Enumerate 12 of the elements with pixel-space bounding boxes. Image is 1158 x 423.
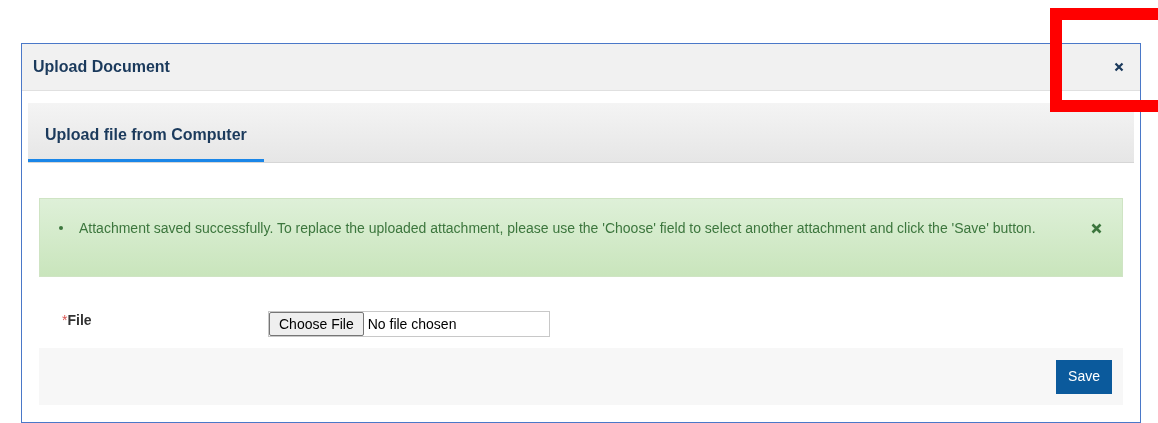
required-mark: * — [62, 310, 68, 330]
choose-file-button[interactable]: Choose File — [269, 312, 364, 336]
dialog-title: Upload Document — [33, 57, 170, 77]
file-name: No file chosen — [367, 314, 457, 334]
close-icon[interactable] — [1091, 223, 1102, 234]
field-label: File — [67, 310, 92, 330]
save-button[interactable]: Save — [1056, 359, 1112, 394]
bullet-icon — [59, 226, 63, 230]
close-icon[interactable] — [1114, 62, 1124, 72]
tab[interactable]: Upload file from Computer — [28, 107, 264, 162]
alert-message: Attachment saved successfully. To replace the uploaded attachment, please use the 'Choose' field to select another attachment and click the 'Save' button. — [79, 219, 1037, 238]
file-input[interactable]: Choose File No file chosen — [268, 311, 550, 337]
